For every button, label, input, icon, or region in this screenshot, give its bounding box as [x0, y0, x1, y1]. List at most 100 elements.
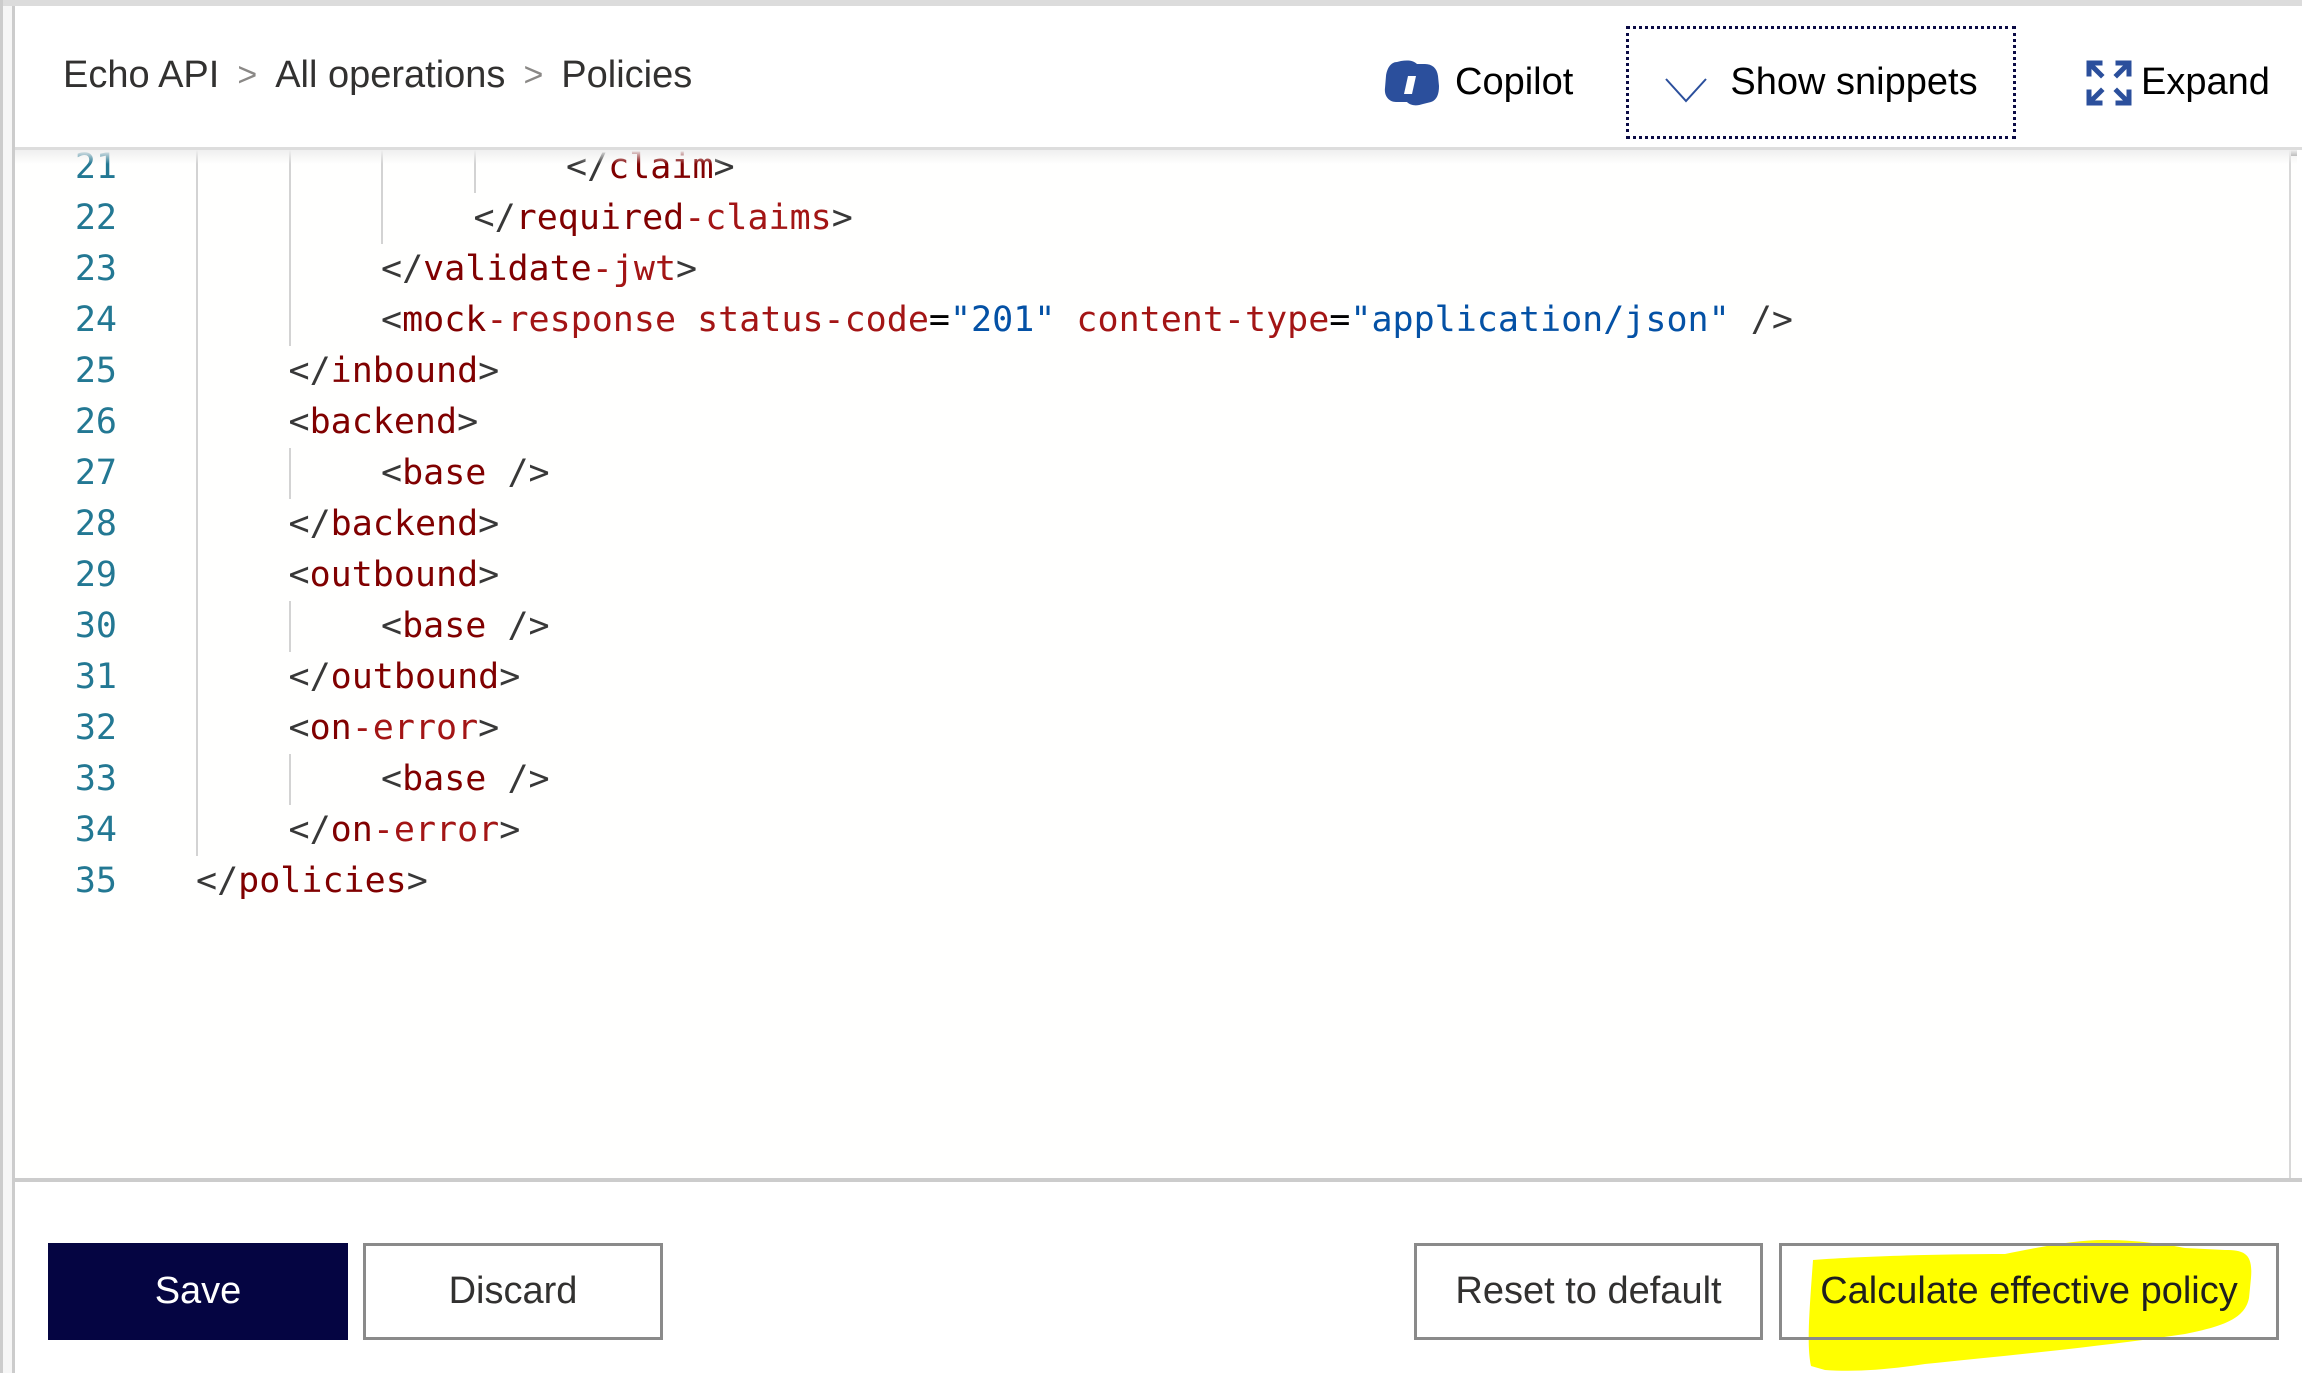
code-text: <backend>: [289, 397, 479, 448]
editor-header: Echo API > All operations > Policies Cop…: [15, 6, 2302, 150]
code-token-delim: >: [478, 555, 500, 595]
code-text: <outbound>: [289, 550, 500, 601]
line-number: 31: [74, 657, 117, 697]
code-token-tag: on: [309, 708, 352, 748]
code-line[interactable]: 35 </policies>: [15, 856, 2265, 907]
indent-guide: [196, 499, 198, 550]
code-token-eq: [676, 300, 697, 340]
code-token-delim: >: [478, 504, 500, 544]
code-text: </on-error>: [289, 805, 521, 856]
indent-guide: [196, 244, 198, 295]
breadcrumb-separator: >: [237, 56, 258, 94]
indent-guide: [288, 193, 291, 244]
line-number: 26: [74, 402, 117, 442]
code-line[interactable]: 32 <on-error>: [15, 703, 2265, 754]
code-line[interactable]: 27 <base />: [15, 448, 2265, 499]
code-line[interactable]: 31 </outbound>: [15, 652, 2265, 703]
vertical-scrollbar[interactable]: [2289, 150, 2297, 1178]
code-token-tag2: -error: [351, 708, 479, 748]
code-text: <mock-response status-code="201" content…: [381, 295, 1793, 346]
indent-guide: [381, 193, 383, 244]
copilot-label: Copilot: [1455, 61, 1574, 103]
breadcrumb: Echo API > All operations > Policies: [63, 54, 692, 97]
code-token-delim: >: [676, 249, 698, 289]
code-token-delim: >: [499, 810, 521, 850]
line-number: 27: [74, 453, 117, 493]
code-line[interactable]: 28 </backend>: [15, 499, 2265, 550]
code-token-delim: <: [288, 402, 310, 442]
code-token-tag: base: [402, 453, 487, 493]
breadcrumb-echo-api[interactable]: Echo API: [63, 54, 219, 97]
indent-guide: [288, 601, 291, 652]
code-line[interactable]: 26 <backend>: [15, 397, 2265, 448]
chevron-down-icon: [1664, 70, 1708, 102]
code-line[interactable]: 25 </inbound>: [15, 346, 2265, 397]
code-token-attr: content-type: [1076, 300, 1330, 340]
breadcrumb-all-operations[interactable]: All operations: [275, 54, 505, 97]
code-token-tag: backend: [330, 504, 479, 544]
code-token-delim: >: [457, 402, 479, 442]
code-line[interactable]: 30 <base />: [15, 601, 2265, 652]
code-token-delim: />: [486, 759, 550, 799]
line-number: 32: [74, 708, 117, 748]
save-label: Save: [154, 1270, 242, 1312]
calculate-label: Calculate effective policy: [1820, 1270, 2238, 1312]
code-token-str: "201": [949, 300, 1056, 340]
code-token-tag: inbound: [330, 351, 479, 391]
code-token-delim: </: [288, 810, 331, 850]
code-token-delim: >: [499, 657, 521, 697]
code-token-delim: >: [478, 351, 500, 391]
save-button[interactable]: Save: [48, 1243, 348, 1340]
code-text: <on-error>: [289, 703, 500, 754]
code-token-delim: </: [473, 198, 516, 238]
code-text: </validate-jwt>: [381, 244, 697, 295]
reset-label: Reset to default: [1455, 1270, 1722, 1312]
code-token-tag: base: [402, 606, 487, 646]
code-text: <base />: [381, 754, 550, 805]
show-snippets-button[interactable]: Show snippets: [1626, 26, 2016, 139]
code-token-tag2: -jwt: [591, 249, 677, 289]
line-number: 22: [74, 198, 117, 238]
code-token-tag: validate: [423, 249, 592, 289]
code-token-eq: =: [1329, 300, 1351, 340]
code-token-delim: </: [381, 249, 424, 289]
code-token-eq: [1055, 300, 1076, 340]
line-number: 24: [74, 300, 117, 340]
code-line[interactable]: 29 <outbound>: [15, 550, 2265, 601]
code-token-tag2: -response: [486, 300, 677, 340]
code-line[interactable]: 33 <base />: [15, 754, 2265, 805]
calculate-effective-policy-button[interactable]: Calculate effective policy: [1779, 1243, 2279, 1340]
expand-button[interactable]: Expand: [2085, 26, 2270, 139]
code-token-str: "application/json": [1350, 300, 1730, 340]
code-token-delim: <: [381, 300, 403, 340]
code-token-tag: on: [330, 810, 373, 850]
code-token-tag2: -error: [372, 810, 500, 850]
code-line[interactable]: 22 </required-claims>: [15, 193, 2265, 244]
code-line[interactable]: 23 </validate-jwt>: [15, 244, 2265, 295]
code-token-attr: status-code: [697, 300, 929, 340]
indent-guide: [196, 448, 198, 499]
line-number: 34: [74, 810, 117, 850]
code-line[interactable]: 24 <mock-response status-code="201" conte…: [15, 295, 2265, 346]
line-number: 25: [74, 351, 117, 391]
indent-guide: [196, 550, 198, 601]
code-text: </required-claims>: [474, 193, 853, 244]
left-rail: [3, 6, 12, 1373]
code-token-delim: />: [486, 453, 550, 493]
code-text: </backend>: [289, 499, 500, 550]
code-line[interactable]: 34 </on-error>: [15, 805, 2265, 856]
code-token-eq: =: [928, 300, 950, 340]
code-token-delim: <: [381, 453, 403, 493]
code-token-tag: policies: [238, 861, 407, 901]
policy-editor-page: Echo API > All operations > Policies Cop…: [0, 0, 2302, 1373]
code-editor[interactable]: 21 </claim> 22 </required-claims> 23 </valida…: [15, 150, 2297, 1178]
copilot-button[interactable]: Copilot: [1383, 26, 1573, 139]
expand-label: Expand: [2141, 61, 2270, 103]
line-number: 30: [74, 606, 117, 646]
code-token-tag: required: [515, 198, 685, 238]
discard-button[interactable]: Discard: [363, 1243, 663, 1340]
indent-guide: [288, 244, 291, 295]
indent-guide: [288, 448, 291, 499]
reset-to-default-button[interactable]: Reset to default: [1414, 1243, 1763, 1340]
code-token-delim: />: [1729, 300, 1793, 340]
